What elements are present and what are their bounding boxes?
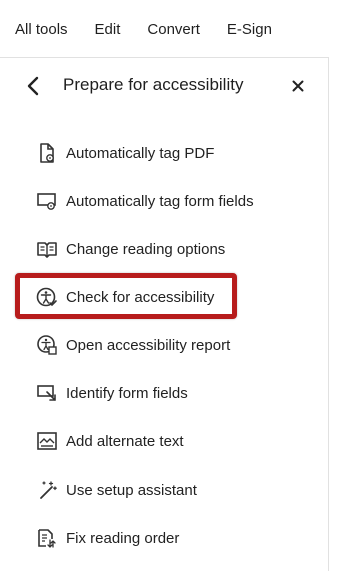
tool-fix-reading-order[interactable]: Fix reading order [36,523,296,553]
reading-order-icon [36,527,58,549]
tool-label: Use setup assistant [66,481,197,499]
highlight-box [15,273,237,319]
autotag-pdf-icon [36,142,58,164]
autotag-form-fields-icon [36,190,58,212]
tab-e-sign[interactable]: E-Sign [227,21,272,38]
panel-title: Prepare for accessibility [63,75,244,94]
identify-form-fields-icon [36,382,58,404]
tool-change-reading-options[interactable]: Change reading options [36,234,296,264]
alternate-text-icon [36,430,58,452]
tool-label: Fix reading order [66,529,180,547]
panel-divider [328,57,329,571]
tool-automatically-tag-pdf[interactable]: Automatically tag PDF [36,138,296,168]
tool-identify-form-fields[interactable]: Identify form fields [36,378,296,408]
tool-label: Automatically tag form fields [66,192,254,210]
close-icon [292,80,304,92]
tool-label: Automatically tag PDF [66,144,215,162]
panel-header: Prepare for accessibility [0,58,328,114]
tool-open-accessibility-report[interactable]: Open accessibility report [36,330,296,360]
accessibility-report-icon [36,334,58,356]
tool-add-alternate-text[interactable]: Add alternate text [36,426,296,456]
tool-label: Add alternate text [66,432,184,450]
tool-automatically-tag-form-fields[interactable]: Automatically tag form fields [36,186,296,216]
top-menu-bar: All tools Edit Convert E-Sign [0,0,350,58]
close-button[interactable] [288,76,308,96]
setup-assistant-icon [36,479,58,501]
tab-all-tools[interactable]: All tools [15,21,68,38]
tool-label: Change reading options [66,240,226,258]
chevron-left-icon [27,76,39,96]
tab-edit[interactable]: Edit [95,21,121,38]
tool-label: Identify form fields [66,384,188,402]
tab-convert[interactable]: Convert [147,21,200,38]
tool-label: Open accessibility report [66,336,231,354]
back-button[interactable] [22,74,46,98]
tool-use-setup-assistant[interactable]: Use setup assistant [36,475,296,505]
reading-options-icon [36,238,58,260]
